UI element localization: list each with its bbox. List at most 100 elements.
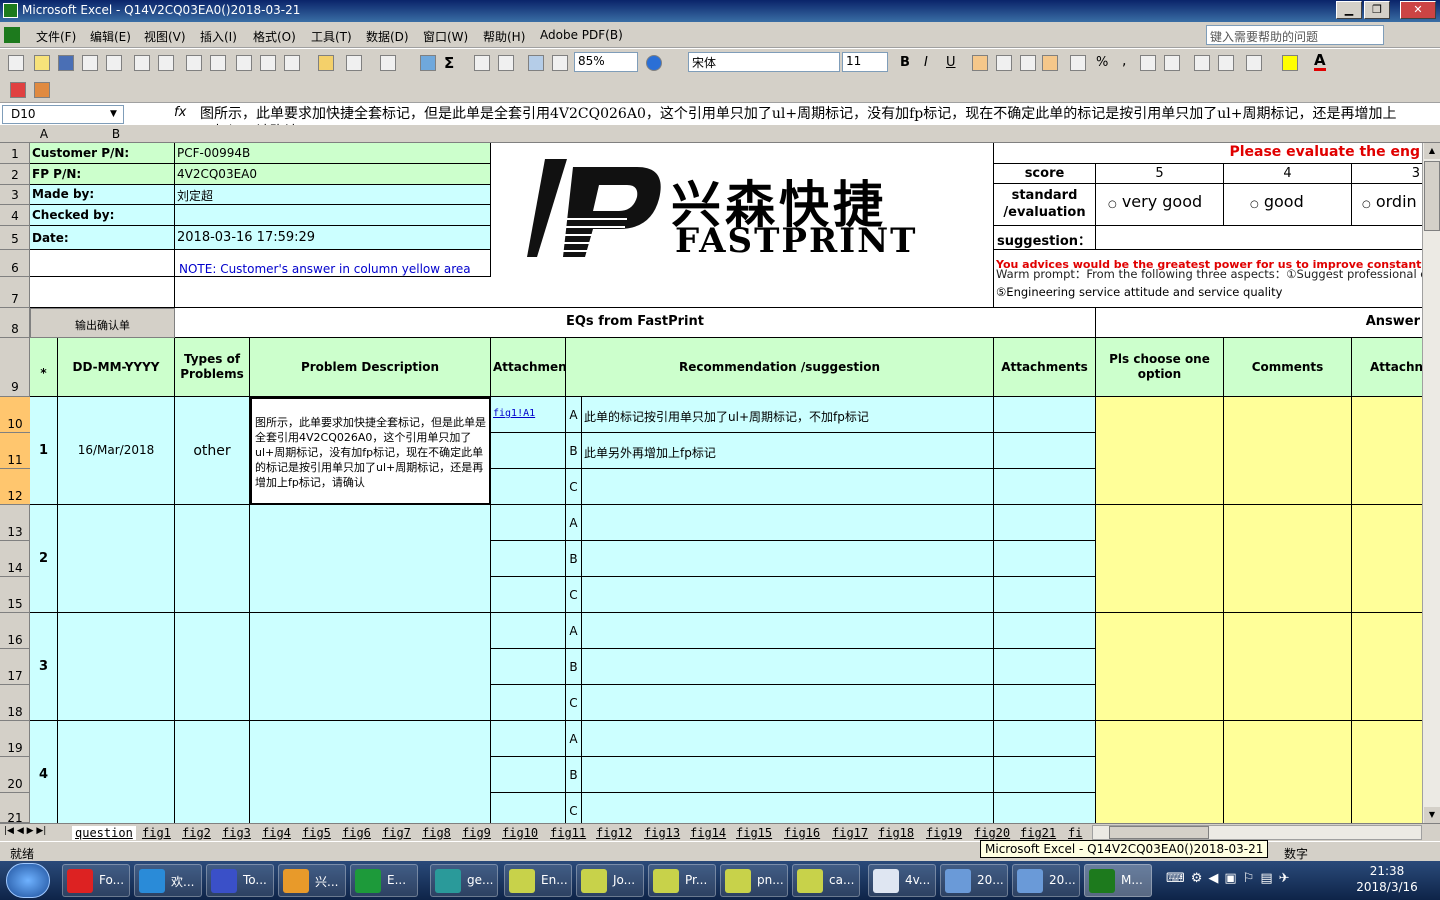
row-header-9[interactable]: 9 [0, 338, 30, 397]
tab-fig18[interactable]: fig18 [878, 826, 914, 840]
menu-view[interactable]: 视图(V) [144, 28, 186, 45]
option-text[interactable] [582, 577, 994, 613]
option-text[interactable] [582, 793, 994, 823]
increase-decimal-icon[interactable] [1140, 55, 1156, 71]
pdf-email-icon[interactable] [34, 82, 50, 98]
item-date[interactable] [58, 721, 175, 823]
item-problem-description[interactable]: 图所示，此单要求加快捷全套标记，但是此单是全套引用4V2CQ026A0，这个引用… [250, 397, 491, 505]
bold-button[interactable]: B [900, 55, 910, 70]
row-header-2[interactable]: 2 [0, 164, 30, 185]
excel-icon[interactable] [3, 3, 18, 18]
option-text[interactable] [582, 757, 994, 793]
column-b-header[interactable]: B [58, 127, 174, 141]
zoom-select[interactable]: 85% [574, 52, 638, 72]
checked-by-value[interactable] [175, 205, 491, 226]
tab-fig20[interactable]: fig20 [974, 826, 1010, 840]
attachment-cell[interactable] [491, 613, 566, 649]
row-header-1[interactable]: 1 [0, 143, 30, 164]
item-problem-description[interactable] [250, 505, 491, 613]
open-icon[interactable] [34, 55, 50, 71]
help-search-input[interactable]: 键入需要帮助的问题 [1206, 25, 1384, 45]
tab-fig12[interactable]: fig12 [596, 826, 632, 840]
customer-pn-value[interactable]: PCF-00994B [175, 143, 491, 164]
font-size-select[interactable]: 11 [842, 52, 888, 72]
system-tray-icons[interactable]: ⌨⚙◀▣⚐▤✈ [1166, 871, 1296, 886]
tab-nav-icons[interactable]: |◀ ◀ ▶ ▶| [4, 826, 46, 836]
made-by-value[interactable]: 刘定超 [175, 185, 491, 205]
tab-fig14[interactable]: fig14 [690, 826, 726, 840]
fill-color-icon[interactable] [1282, 55, 1298, 71]
tab-fig21[interactable]: fig21 [1020, 826, 1056, 840]
row-header-14[interactable]: 14 [0, 541, 30, 577]
align-center-icon[interactable] [996, 55, 1012, 71]
tab-fig9[interactable]: fig9 [462, 826, 491, 840]
option-text[interactable] [582, 649, 994, 685]
taskbar-item-pn[interactable]: pn... [720, 864, 788, 897]
option-text[interactable]: 此单另外再增加上fp标记 [582, 433, 994, 469]
minimize-button[interactable]: ▁ [1336, 1, 1362, 19]
align-left-icon[interactable] [972, 55, 988, 71]
merge-center-icon[interactable] [1042, 55, 1058, 71]
attachments-cell[interactable] [994, 721, 1096, 757]
option-very-good[interactable]: ○ very good [1096, 184, 1224, 226]
blank-cell-a6[interactable] [30, 250, 175, 277]
attachment-cell[interactable] [491, 469, 566, 505]
blank-cell-c7[interactable] [175, 277, 994, 308]
date-value[interactable]: 2018-03-16 17:59:29 [175, 226, 491, 250]
menu-tools[interactable]: 工具(T) [311, 28, 352, 45]
row-header-13[interactable]: 13 [0, 505, 30, 541]
increase-indent-icon[interactable] [1218, 55, 1234, 71]
attachments-cell[interactable] [994, 541, 1096, 577]
taskbar-item-to[interactable]: To... [206, 864, 274, 897]
horizontal-scrollbar[interactable] [1092, 825, 1422, 840]
option-text[interactable] [582, 469, 994, 505]
menu-insert[interactable]: 插入(I) [200, 28, 237, 45]
choose-option-cell[interactable] [1096, 397, 1224, 505]
row-header-10[interactable]: 10 [0, 397, 30, 433]
radio-icon[interactable]: ○ [1108, 199, 1117, 210]
chart-wizard-icon[interactable] [528, 55, 544, 71]
item-type[interactable] [175, 613, 250, 721]
comma-icon[interactable]: , [1122, 53, 1126, 69]
maximize-button[interactable]: ❐ [1364, 1, 1390, 19]
paste-icon[interactable] [284, 55, 300, 71]
column-a-header[interactable]: A [30, 127, 58, 141]
decrease-indent-icon[interactable] [1194, 55, 1210, 71]
option-text[interactable]: 此单的标记按引用单只加了ul+周期标记，不加fp标记 [582, 397, 994, 433]
option-text[interactable] [582, 505, 994, 541]
tab-fig16[interactable]: fig16 [784, 826, 820, 840]
new-icon[interactable] [8, 55, 24, 71]
radio-icon[interactable]: ○ [1250, 199, 1259, 210]
tab-fig17[interactable]: fig17 [832, 826, 868, 840]
menu-window[interactable]: 窗口(W) [423, 28, 468, 45]
taskbar-item-jo[interactable]: Jo... [576, 864, 644, 897]
menu-help[interactable]: 帮助(H) [483, 28, 525, 45]
option-text[interactable] [582, 613, 994, 649]
email-icon[interactable] [106, 55, 122, 71]
item-attachment-link[interactable]: fig1!A1 [491, 397, 566, 433]
attachment-cell[interactable] [491, 433, 566, 469]
print-preview-icon[interactable] [158, 55, 174, 71]
redo-icon[interactable] [380, 55, 396, 71]
name-box[interactable]: D10 [2, 105, 124, 124]
menu-format[interactable]: 格式(O) [253, 28, 296, 45]
attachments-cell[interactable] [994, 613, 1096, 649]
attachments-cell[interactable] [994, 433, 1096, 469]
comments-cell[interactable] [1224, 397, 1352, 505]
align-right-icon[interactable] [1020, 55, 1036, 71]
taskbar-item-e[interactable]: E... [350, 864, 418, 897]
attachments-cell[interactable] [994, 397, 1096, 433]
tab-question[interactable]: question [72, 826, 136, 840]
row-header-8[interactable]: 8 [0, 308, 30, 338]
row-header-17[interactable]: 17 [0, 649, 30, 685]
taskbar-item-20b[interactable]: 20... [1012, 864, 1080, 897]
choose-option-cell[interactable] [1096, 505, 1224, 613]
option-text[interactable] [582, 541, 994, 577]
chevron-down-icon[interactable]: ▼ [110, 109, 117, 119]
tab-fig15[interactable]: fig15 [736, 826, 772, 840]
comments-cell[interactable] [1224, 613, 1352, 721]
tab-fig8[interactable]: fig8 [422, 826, 451, 840]
item-date[interactable]: 16/Mar/2018 [58, 397, 175, 505]
row-header-11[interactable]: 11 [0, 433, 30, 469]
menu-edit[interactable]: 编辑(E) [90, 28, 131, 45]
